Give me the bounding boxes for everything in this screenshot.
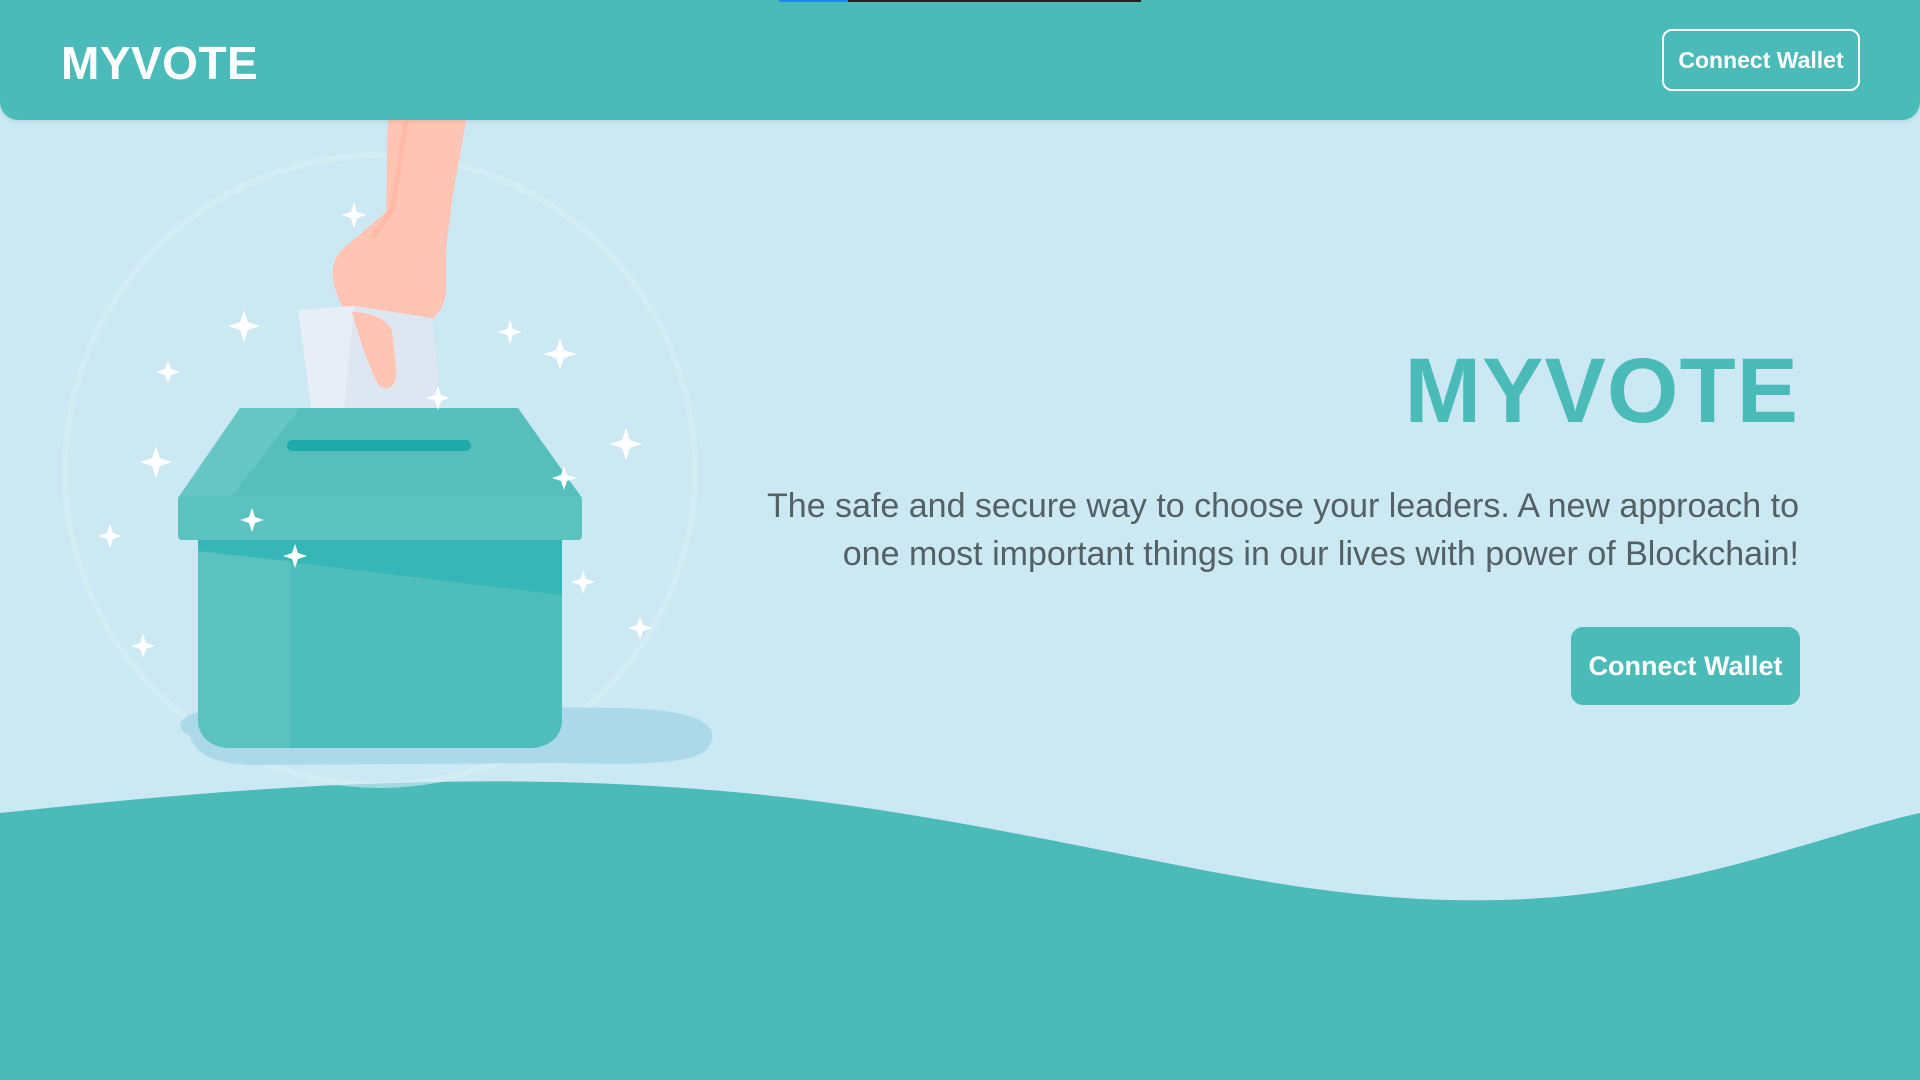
wave-background — [0, 781, 1920, 1080]
hero-description: The safe and secure way to choose your l… — [767, 487, 1799, 573]
navbar-connect-wallet-button[interactable]: Connect Wallet — [1662, 29, 1860, 91]
page-loading-bar-fill — [779, 0, 848, 2]
navbar: MYVOTE Connect Wallet — [0, 0, 1920, 120]
brand-logo[interactable]: MYVOTE — [61, 36, 258, 90]
hero-title: MYVOTE — [1404, 340, 1799, 442]
hero-connect-wallet-button[interactable]: Connect Wallet — [1571, 627, 1800, 705]
page-loading-bar — [779, 0, 1141, 2]
ballot-box-illustration — [62, 107, 713, 788]
